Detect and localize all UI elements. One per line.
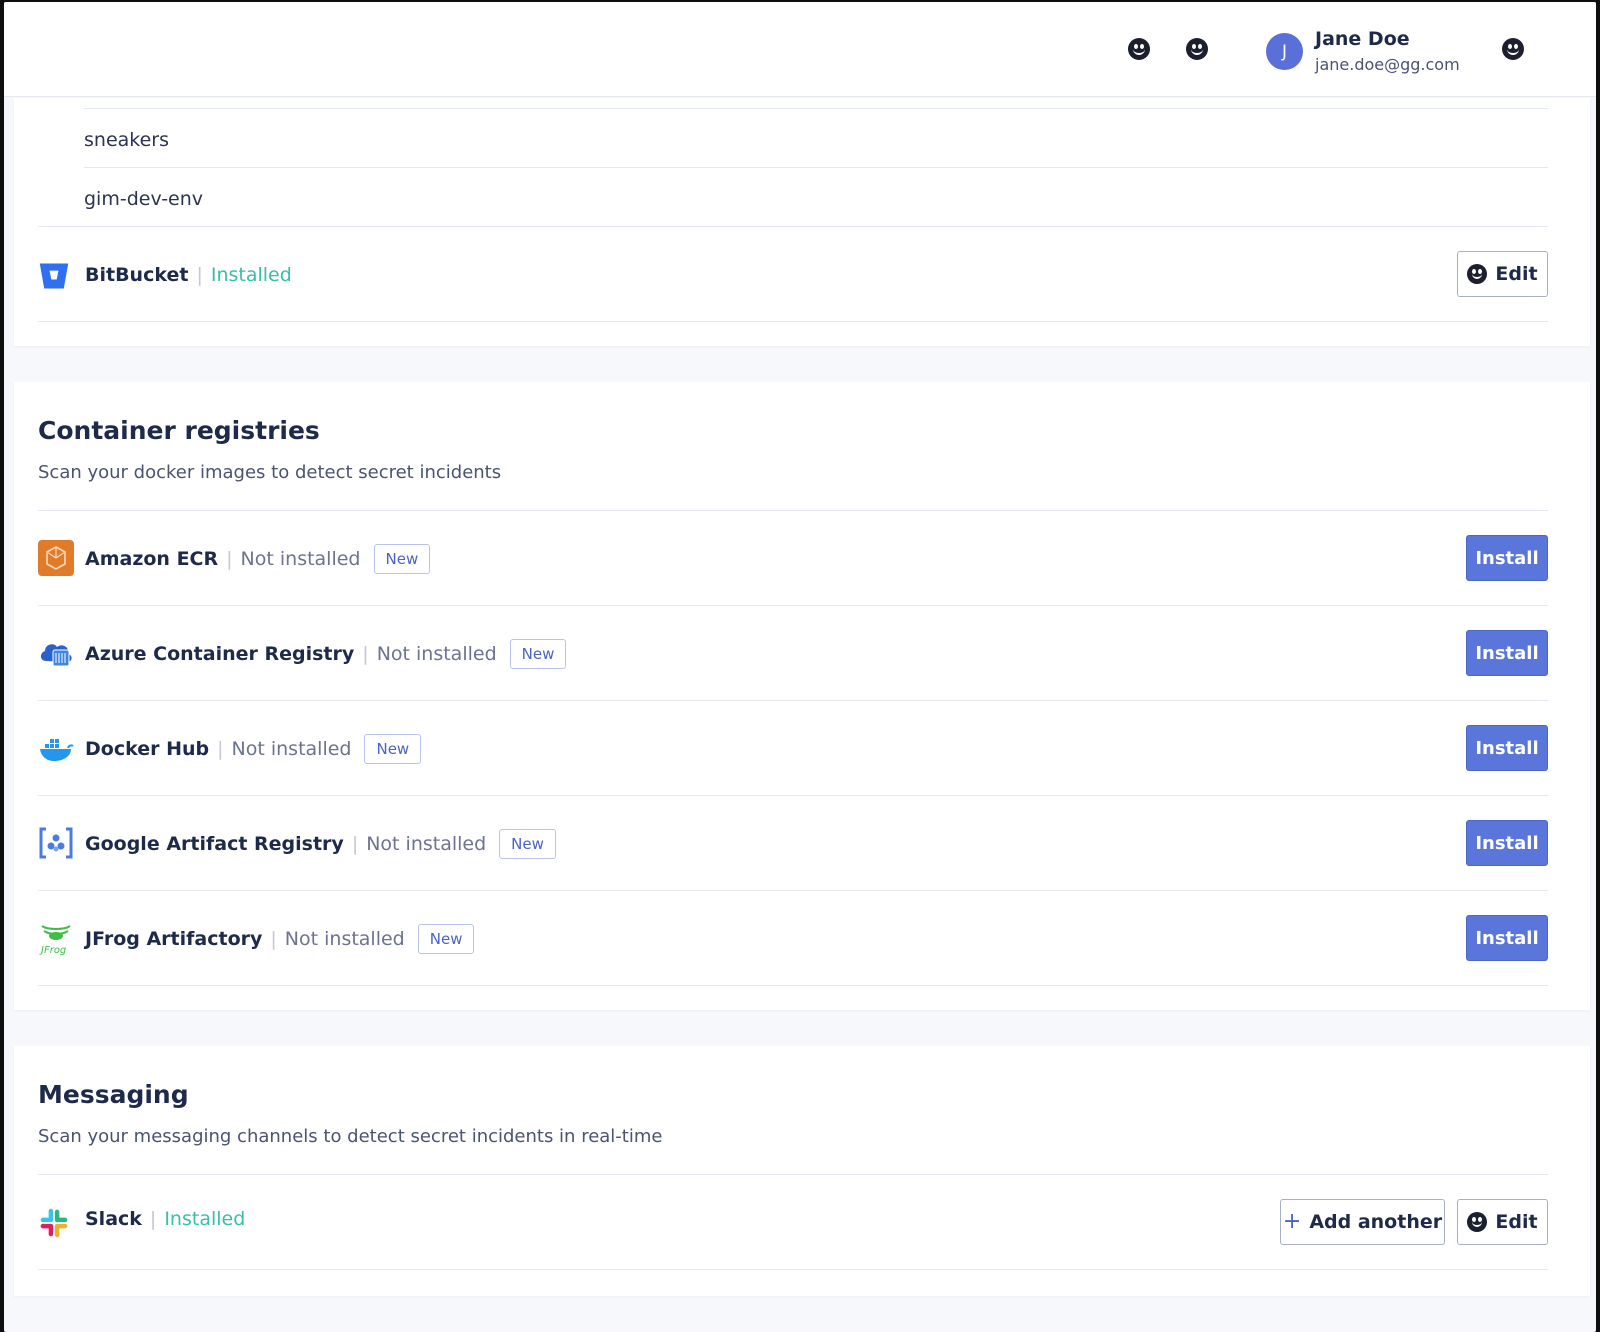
google-artifact-icon [39,827,73,859]
separator: | [270,928,277,950]
slack-icon [40,1208,68,1238]
edit-button[interactable]: Edit [1457,251,1548,297]
integration-name: Google Artifact Registry [85,833,344,855]
status-text: Not installed [284,928,405,950]
status-text: Not installed [231,738,352,760]
section-description: Scan your messaging channels to detect s… [38,1126,663,1147]
separator: | [362,643,369,665]
status-text: Not installed [240,548,361,570]
integration-label: Google Artifact Registry | Not installed… [85,829,556,859]
new-badge: New [417,924,475,954]
integration-row-docker-hub: Docker Hub | Not installed New Install [38,701,1548,795]
install-button[interactable]: Install [1466,725,1548,771]
smiley-icon[interactable] [1128,38,1150,60]
edit-label: Edit [1495,1211,1538,1233]
azure-cloud-icon [40,644,72,667]
status-installed: Installed [164,1208,246,1230]
integration-row-azure: Azure Container Registry | Not installed… [38,606,1548,700]
integration-label: Slack | Installed [85,1208,245,1230]
install-button[interactable]: Install [1466,630,1548,676]
integration-row-amazon-ecr: Amazon ECR | Not installed New Install [38,511,1548,605]
integration-name: BitBucket [85,264,189,286]
status-text: Not installed [366,833,487,855]
install-button[interactable]: Install [1466,820,1548,866]
status-installed: Installed [210,264,292,286]
new-badge: New [509,639,567,669]
app-frame: J Jane Doe jane.doe@gg.com sneakers gim-… [4,2,1596,1332]
user-email: jane.doe@gg.com [1315,55,1460,74]
separator: | [351,833,359,855]
repo-item: sneakers [84,129,169,151]
docker-whale-icon [40,739,74,761]
messaging-card: Messaging Scan your messaging channels t… [14,1046,1590,1296]
separator: | [196,264,203,286]
install-button[interactable]: Install [1466,915,1548,961]
divider [38,985,1548,986]
plus-icon: + [1282,1209,1302,1234]
section-title: Container registries [38,416,320,445]
separator: | [217,738,224,760]
integration-row-google-artifact: Google Artifact Registry | Not installed… [38,796,1548,890]
top-bar: J Jane Doe jane.doe@gg.com [4,2,1596,97]
integration-label: BitBucket | Installed [85,264,292,286]
integration-label: JFrog Artifactory | Not installed New [85,924,475,954]
integration-row-jfrog: JFrog JFrog Artifactory | Not installed … [38,891,1548,985]
new-badge: New [364,734,422,764]
add-another-button[interactable]: + Add another [1280,1199,1445,1245]
integration-name: Azure Container Registry [85,643,355,665]
integration-name: Docker Hub [85,738,210,760]
integration-label: Docker Hub | Not installed New [85,734,422,764]
bitbucket-icon [39,263,69,289]
smiley-icon[interactable] [1186,38,1208,60]
edit-button[interactable]: Edit [1457,1199,1548,1245]
container-registries-card: Container registries Scan your docker im… [14,382,1590,1010]
vcs-card: sneakers gim-dev-env BitBucket | Install… [14,98,1590,346]
avatar-initial: J [1281,41,1287,62]
section-title: Messaging [38,1080,189,1109]
divider [38,1269,1548,1270]
status-text: Not installed [376,643,497,665]
jfrog-icon: JFrog [39,925,71,956]
smiley-icon[interactable] [1502,38,1524,60]
integration-label: Azure Container Registry | Not installed… [85,639,567,669]
section-description: Scan your docker images to detect secret… [38,462,502,483]
divider [84,167,1548,168]
avatar[interactable]: J [1266,33,1303,70]
divider [84,108,1548,109]
integration-label: Amazon ECR | Not installed New [85,544,431,574]
smiley-icon [1467,1212,1488,1232]
integration-name: JFrog Artifactory [85,928,263,950]
smiley-icon [1467,264,1488,284]
integration-row-bitbucket: BitBucket | Installed Edit [38,227,1548,321]
integration-name: Slack [85,1208,142,1230]
svg-text:JFrog: JFrog [39,945,66,956]
edit-label: Edit [1495,263,1538,285]
integration-row-slack: Slack | Installed + Add another Edit [38,1175,1548,1269]
separator: | [149,1208,157,1230]
new-badge: New [373,544,431,574]
new-badge: New [499,829,556,859]
integration-name: Amazon ECR [85,548,219,570]
install-button[interactable]: Install [1466,535,1548,581]
divider [38,321,1548,322]
separator: | [226,548,233,570]
user-name: Jane Doe [1315,28,1410,50]
repo-item: gim-dev-env [84,188,204,210]
amazon-ecr-icon [38,540,74,576]
add-another-label: Add another [1309,1211,1443,1233]
